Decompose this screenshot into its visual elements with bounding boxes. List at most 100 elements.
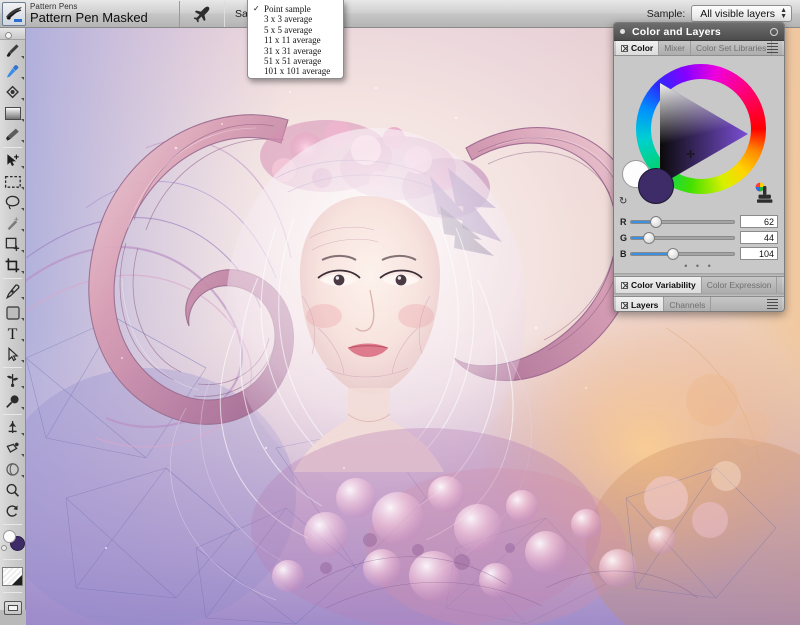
layers-tabstrip[interactable]: Layers Channels <box>614 296 784 311</box>
color-cursor[interactable]: ✛ <box>686 150 695 161</box>
slider-track-b[interactable] <box>630 247 735 260</box>
rectangular-select-tool[interactable] <box>0 171 25 192</box>
panel-primary-color-swatch[interactable] <box>638 168 674 204</box>
magnifier-dot-icon <box>6 395 19 408</box>
tab-label: Mixer <box>664 43 685 53</box>
color-wheel-area[interactable]: ✛ ↻ <box>614 56 784 212</box>
panel-title-label: Color and Layers <box>632 25 721 38</box>
cloner-icon <box>7 374 19 387</box>
tab-layers[interactable]: Layers <box>616 297 665 311</box>
shape-select-tool[interactable] <box>0 344 25 365</box>
paint-bucket-icon <box>6 85 19 99</box>
panel-options-icon[interactable] <box>770 28 778 36</box>
move-tool[interactable] <box>0 150 25 171</box>
perspective-icon <box>6 442 19 453</box>
transform-icon <box>5 237 20 251</box>
cloner-tool[interactable] <box>0 370 25 391</box>
tab-label: Color Variability <box>631 280 696 290</box>
slider-row-g[interactable]: G 44 <box>620 230 778 245</box>
slider-label-g: G <box>620 232 628 243</box>
rgb-sliders[interactable]: R 62 G 44 B 104 • • • <box>614 212 784 273</box>
slider-value-r[interactable]: 62 <box>740 215 778 228</box>
slider-value-b[interactable]: 104 <box>740 247 778 260</box>
current-tool-chip[interactable] <box>2 1 26 26</box>
magic-wand-icon <box>7 216 19 230</box>
dropper-tool[interactable] <box>0 61 25 82</box>
toolbox-grip[interactable] <box>0 28 25 40</box>
paper-selector[interactable] <box>0 562 25 590</box>
tab-color[interactable]: Color <box>616 41 660 55</box>
color-and-layers-panel[interactable]: Color and Layers Color Mixer Color Set L… <box>613 22 785 312</box>
dropper-picker-tool[interactable] <box>0 391 25 412</box>
menu-item[interactable]: 5 x 5 average <box>248 25 343 35</box>
slider-track-r[interactable] <box>630 215 735 228</box>
tab-channels[interactable]: Channels <box>664 297 712 311</box>
tab-color-variability[interactable]: Color Variability <box>616 277 702 293</box>
close-icon[interactable] <box>621 301 628 309</box>
sample-size-menu[interactable]: ✓ Point sample 3 x 3 average 5 x 5 avera… <box>247 0 344 79</box>
paint-bucket-tool[interactable] <box>0 82 25 103</box>
menu-item[interactable]: 11 x 11 average <box>248 35 343 45</box>
tab-color-expression[interactable]: Color Expression <box>701 277 778 293</box>
airbrush-toggle[interactable] <box>180 0 224 28</box>
tab-mixer[interactable]: Mixer <box>659 41 691 55</box>
tool-palette[interactable]: T <box>0 28 26 615</box>
svg-text:T: T <box>8 326 18 342</box>
tab-label: Color <box>631 43 654 53</box>
panel-title-bar[interactable]: Color and Layers <box>614 23 784 41</box>
magic-wand-tool[interactable] <box>0 213 25 234</box>
reset-colors-swatch[interactable] <box>1 545 7 551</box>
move-arrow-icon <box>7 154 19 166</box>
crop-tool[interactable] <box>0 255 25 276</box>
list-options-icon[interactable] <box>767 43 778 54</box>
reset-colors-icon[interactable]: ↻ <box>619 196 627 207</box>
saturation-value-triangle[interactable] <box>658 83 748 185</box>
list-options-icon[interactable] <box>767 299 778 310</box>
slider-track-g[interactable] <box>630 231 735 244</box>
menu-item[interactable]: 31 x 31 average <box>248 46 343 56</box>
menu-item[interactable]: 101 x 101 average <box>248 66 343 76</box>
paper-texture-swatch[interactable] <box>2 566 23 586</box>
menu-item-label: 31 x 31 average <box>264 45 322 56</box>
rectangle-select-icon <box>4 175 21 188</box>
lasso-tool[interactable] <box>0 192 25 213</box>
eraser-icon <box>6 128 19 141</box>
divider-tool[interactable] <box>0 417 25 438</box>
menu-item[interactable]: 3 x 3 average <box>248 14 343 24</box>
eraser-tool[interactable] <box>0 124 25 145</box>
divider-icon <box>8 421 17 433</box>
pen-tool[interactable] <box>0 281 25 302</box>
slider-label-r: R <box>620 216 627 227</box>
slider-value-g[interactable]: 44 <box>740 231 778 244</box>
gradient-tool[interactable] <box>0 103 25 124</box>
tab-label: Color Expression <box>706 280 772 290</box>
sample-popup-button[interactable]: All visible layers ▲ ▼ <box>691 5 792 22</box>
more-options-dots[interactable]: • • • <box>620 262 778 273</box>
menu-item[interactable]: ✓ Point sample <box>248 4 343 14</box>
clone-color-stamp-icon[interactable] <box>753 182 775 206</box>
shape-tool[interactable] <box>0 302 25 323</box>
menu-item-label: 5 x 5 average <box>264 24 313 35</box>
slider-row-r[interactable]: R 62 <box>620 214 778 229</box>
slider-row-b[interactable]: B 104 <box>620 246 778 261</box>
color-variability-tabstrip[interactable]: Color Variability Color Expression <box>614 276 784 293</box>
close-icon[interactable] <box>621 281 628 289</box>
rotate-page-tool[interactable] <box>0 501 25 522</box>
screen-mode-button[interactable] <box>0 595 25 621</box>
panel-collapse-icon[interactable] <box>620 29 625 34</box>
close-icon[interactable] <box>621 44 628 52</box>
pointer-arrow-icon <box>8 347 19 362</box>
text-tool[interactable]: T <box>0 323 25 344</box>
color-tabstrip[interactable]: Color Mixer Color Set Libraries <box>614 41 784 56</box>
brush-tool[interactable] <box>0 40 25 61</box>
tab-color-set-libraries[interactable]: Color Set Libraries <box>690 41 773 55</box>
rounded-square-icon <box>5 305 20 320</box>
secondary-color-swatch[interactable] <box>3 530 16 543</box>
mirror-tool[interactable] <box>0 459 25 480</box>
color-swatches[interactable] <box>0 527 25 557</box>
magnifier-tool[interactable] <box>0 480 25 501</box>
perspective-tool[interactable] <box>0 438 25 459</box>
transform-tool[interactable] <box>0 234 25 255</box>
menu-item[interactable]: 51 x 51 average <box>248 56 343 66</box>
tab-label: Layers <box>631 300 659 310</box>
